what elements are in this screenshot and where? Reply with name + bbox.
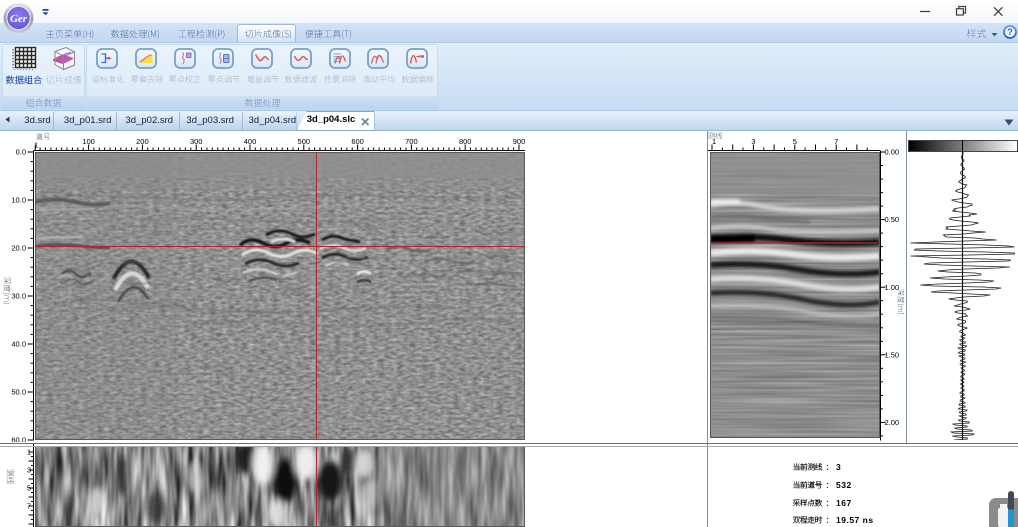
- svg-text:1: 1: [27, 448, 31, 457]
- svg-text:2.00: 2.00: [885, 418, 900, 427]
- svg-text:50.0: 50.0: [11, 388, 26, 397]
- svg-text:0.00: 0.00: [885, 148, 900, 157]
- svg-text:1.50: 1.50: [885, 350, 900, 359]
- svg-text:700: 700: [405, 137, 418, 146]
- svg-text:7: 7: [834, 137, 838, 146]
- svg-text:900: 900: [513, 137, 526, 146]
- svg-text:Ger: Ger: [10, 13, 28, 25]
- svg-text:100: 100: [82, 137, 95, 146]
- svg-text:5: 5: [793, 137, 797, 146]
- svg-text:3: 3: [751, 137, 755, 146]
- svg-text:3: 3: [27, 466, 31, 475]
- svg-text:20.0: 20.0: [11, 244, 26, 253]
- svg-text:800: 800: [459, 137, 472, 146]
- svg-text:500: 500: [298, 137, 311, 146]
- svg-text:7: 7: [27, 502, 31, 511]
- svg-text:400: 400: [244, 137, 257, 146]
- svg-text:300: 300: [190, 137, 203, 146]
- svg-text:60.0: 60.0: [11, 436, 26, 442]
- svg-text:0.50: 0.50: [885, 215, 900, 224]
- svg-text:?: ?: [1007, 27, 1013, 37]
- svg-text:30.0: 30.0: [11, 292, 26, 301]
- svg-text:200: 200: [136, 137, 149, 146]
- svg-text:600: 600: [351, 137, 364, 146]
- svg-text:5: 5: [27, 484, 31, 493]
- svg-text:0.0: 0.0: [16, 148, 26, 157]
- svg-text:10.0: 10.0: [11, 196, 26, 205]
- svg-text:40.0: 40.0: [11, 340, 26, 349]
